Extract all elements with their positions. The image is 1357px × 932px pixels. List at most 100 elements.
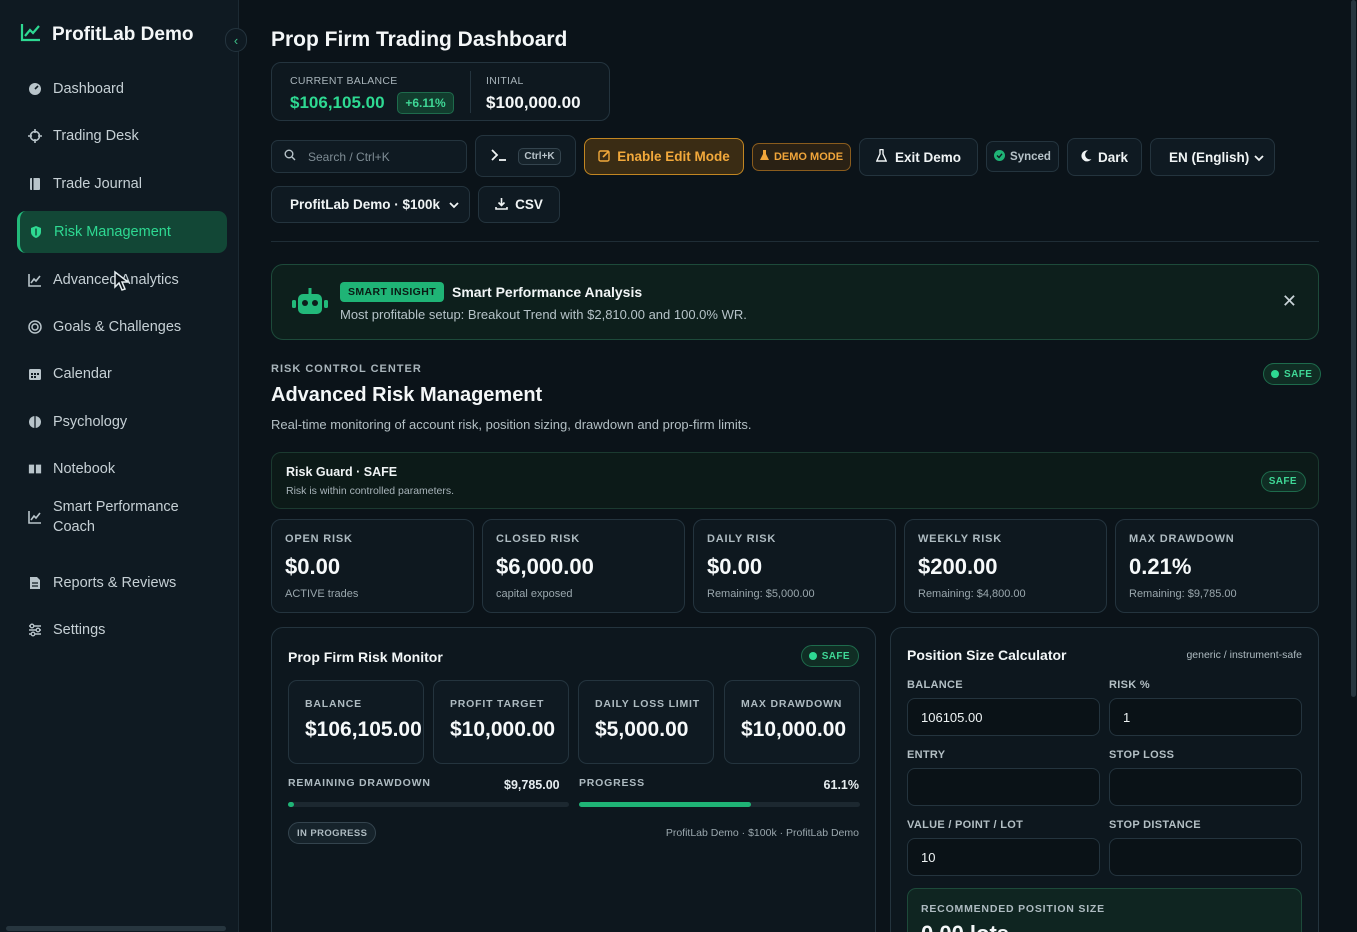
stat-value: $0.00: [285, 554, 341, 579]
progress-value: 61.1%: [823, 778, 859, 792]
stat-value: $0.00: [707, 554, 763, 579]
status-dot: [1271, 370, 1279, 378]
status-label: SAFE: [821, 650, 850, 662]
progress-fill: [288, 802, 294, 807]
stat-value: 0.21%: [1129, 554, 1192, 579]
recommended-size-value: 0.00 lots: [921, 921, 1009, 932]
brain-icon: [28, 415, 42, 429]
sidebar-item-notebook[interactable]: Notebook: [17, 448, 227, 490]
metric-card-max-drawdown: MAX DRAWDOWN $10,000.00: [724, 680, 860, 764]
exit-demo-label: Exit Demo: [894, 149, 962, 165]
risk-guard-panel: Risk Guard · SAFE Risk is within control…: [271, 452, 1319, 509]
stat-card-weekly-risk: WEEKLY RISK $200.00 Remaining: $4,800.00: [904, 519, 1107, 613]
metric-value: $10,000.00: [741, 718, 847, 741]
demo-mode-label: DEMO MODE: [773, 151, 844, 163]
sidebar-scrollbar[interactable]: [6, 926, 226, 931]
theme-toggle-button[interactable]: Dark: [1067, 138, 1142, 176]
flask-icon: [759, 150, 769, 164]
sidebar-item-trade-journal[interactable]: Trade Journal: [17, 163, 227, 205]
sidebar-item-settings[interactable]: Settings: [17, 609, 227, 651]
edit-icon: [598, 149, 611, 165]
brand[interactable]: ProfitLab Demo: [20, 22, 193, 47]
shield-icon: [29, 225, 43, 239]
sidebar-item-trading-desk[interactable]: Trading Desk: [17, 115, 227, 157]
risk-percent-field[interactable]: [1109, 698, 1302, 736]
crosshair-icon: [28, 129, 42, 143]
chevron-down-icon: [449, 197, 459, 212]
command-palette-button[interactable]: Ctrl+K: [475, 135, 576, 177]
stat-label: OPEN RISK: [285, 533, 353, 545]
initial-balance-value: $100,000.00: [486, 93, 581, 112]
remaining-drawdown-value: $9,785.00: [504, 778, 560, 792]
sidebar-item-dashboard[interactable]: Dashboard: [17, 68, 227, 110]
edit-mode-label: Enable Edit Mode: [617, 149, 730, 164]
metric-label: BALANCE: [305, 698, 362, 710]
csv-export-button[interactable]: CSV: [478, 186, 560, 223]
open-book-icon: [28, 462, 42, 476]
stop-loss-field[interactable]: [1109, 768, 1302, 806]
risk-guard-subtitle: Risk is within controlled parameters.: [286, 485, 455, 497]
demo-mode-badge: DEMO MODE: [752, 143, 851, 171]
sidebar-item-risk-management[interactable]: Risk Management: [17, 211, 227, 253]
panel-title: Position Size Calculator: [907, 647, 1067, 663]
metric-value: $5,000.00: [595, 718, 689, 741]
page-scrollbar[interactable]: [1351, 0, 1356, 697]
brand-title: ProfitLab Demo: [52, 23, 194, 45]
status-dot: [808, 652, 817, 660]
account-footnote: ProfitLab Demo · $100k · ProfitLab Demo: [665, 827, 859, 839]
sidebar-item-label: Trade Journal: [53, 176, 142, 192]
balance-summary: CURRENT BALANCE $106,105.00 +6.11% INITI…: [271, 62, 610, 121]
balance-change-badge: +6.11%: [397, 92, 454, 114]
progress-fill: [579, 802, 751, 807]
metric-value: $10,000.00: [450, 718, 556, 741]
download-icon: [495, 197, 508, 213]
risk-guard-title: Risk Guard · SAFE: [286, 465, 398, 479]
collapse-sidebar-button[interactable]: ‹: [225, 28, 247, 52]
recommended-size-label: RECOMMENDED POSITION SIZE: [921, 903, 1105, 915]
insight-title: Smart Performance Analysis: [452, 284, 643, 300]
value-per-point-field[interactable]: [907, 838, 1100, 876]
sidebar-item-label: Notebook: [53, 461, 116, 477]
metric-card-profit-target: PROFIT TARGET $10,000.00: [433, 680, 569, 764]
page-title: Prop Firm Trading Dashboard: [271, 28, 568, 51]
sliders-icon: [28, 623, 42, 637]
gauge-icon: [28, 82, 42, 96]
stat-card-max-drawdown: MAX DRAWDOWN 0.21% Remaining: $9,785.00: [1115, 519, 1319, 613]
account-select[interactable]: ProfitLab Demo · $100k: [271, 186, 470, 223]
smart-insight-badge: SMART INSIGHT: [340, 282, 445, 302]
metric-label: DAILY LOSS LIMIT: [595, 698, 700, 710]
section-description: Real-time monitoring of account risk, po…: [271, 417, 752, 432]
search-input[interactable]: Search / Ctrl+K: [271, 140, 467, 173]
sidebar: ProfitLab Demo ‹ Dashboard Trading Desk …: [0, 0, 247, 932]
sidebar-item-smart-performance-coach[interactable]: Smart Performance Coach: [17, 491, 227, 543]
enable-edit-mode-button[interactable]: Enable Edit Mode: [584, 138, 744, 175]
sync-status: Synced: [986, 141, 1059, 172]
shortcut-hint: Ctrl+K: [518, 147, 561, 165]
divider: [470, 71, 471, 113]
calculator-note: generic / instrument-safe: [1186, 649, 1302, 661]
close-icon[interactable]: ✕: [1282, 291, 1297, 312]
sidebar-item-label: Trading Desk: [53, 128, 139, 144]
sidebar-item-goals-challenges[interactable]: Goals & Challenges: [17, 306, 227, 348]
robot-icon: [292, 288, 328, 323]
sidebar-item-reports-reviews[interactable]: Reports & Reviews: [17, 562, 227, 604]
entry-field-label: ENTRY: [907, 749, 946, 761]
risk-percent-label: RISK %: [1109, 679, 1150, 691]
stop-loss-label: STOP LOSS: [1109, 749, 1175, 761]
prop-firm-risk-monitor: Prop Firm Risk Monitor SAFE BALANCE $106…: [271, 627, 876, 932]
calendar-icon: [28, 367, 42, 381]
search-placeholder: Search / Ctrl+K: [308, 149, 390, 164]
sidebar-item-calendar[interactable]: Calendar: [17, 353, 227, 395]
language-select[interactable]: EN (English): [1150, 138, 1275, 176]
theme-label: Dark: [1097, 149, 1129, 165]
entry-field[interactable]: [907, 768, 1100, 806]
metric-label: PROFIT TARGET: [450, 698, 545, 710]
stat-subtitle: Remaining: $9,785.00: [1129, 588, 1237, 600]
mouse-cursor-icon: [113, 270, 131, 297]
sidebar-item-label: Smart Performance Coach: [53, 499, 179, 535]
language-value: EN (English): [1169, 149, 1250, 165]
stop-distance-field[interactable]: [1109, 838, 1302, 876]
balance-field[interactable]: [907, 698, 1100, 736]
sidebar-item-psychology[interactable]: Psychology: [17, 401, 227, 443]
exit-demo-button[interactable]: Exit Demo: [859, 138, 978, 176]
